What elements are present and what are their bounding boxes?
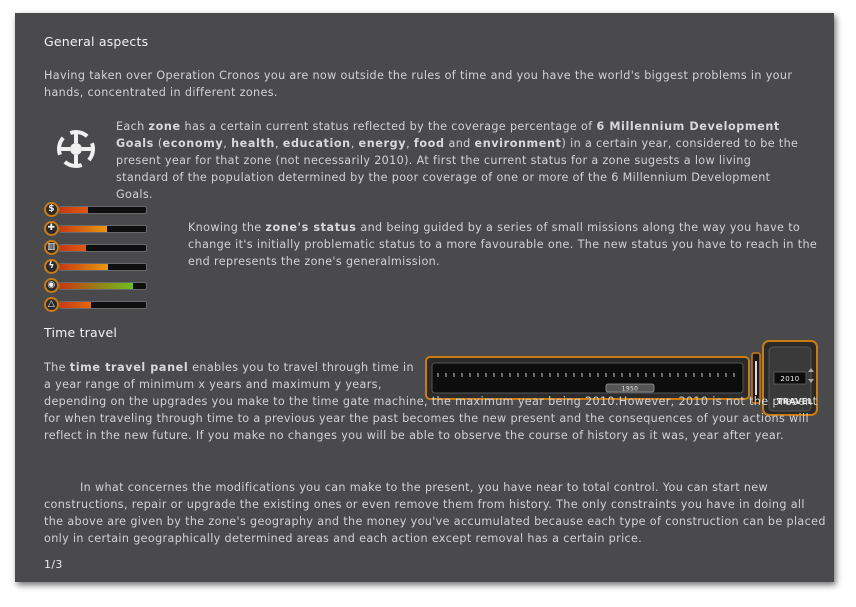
status-bar-row: ✚ [44,220,150,239]
year-value: 2010 [780,375,799,383]
status-bar-fill [60,226,108,232]
status-bar-row: △ [44,296,150,315]
modifications-paragraph: In what concernes the modifications you … [44,481,826,545]
status-bar-fill [60,283,134,289]
zone-status-bars: $ ✚ ▥ ϟ ◉ △ [44,201,150,315]
zone-crosshair-icon [57,130,95,168]
status-bar-fill [60,245,86,251]
food-icon: ◉ [44,278,59,293]
zone-paragraph: Each zone has a certain current status r… [116,120,799,201]
status-bar-fill [60,264,109,270]
page-number: 1/3 [44,558,63,571]
zone-status-paragraph: Knowing the zone's status and being guid… [188,221,818,268]
school-icon: ▥ [44,240,59,255]
status-bar-track [59,206,147,214]
status-bar-track [59,244,147,252]
section-title-general: General aspects [44,34,149,49]
status-bar-track [59,301,147,309]
status-bar-row: ◉ [44,277,150,296]
status-bar-fill [60,302,91,308]
status-bar-track [59,225,147,233]
status-bar-row: ϟ [44,258,150,277]
status-bar-fill [60,207,88,213]
status-bar-row: $ [44,201,150,220]
year-slider-thumb[interactable]: 1950 [605,383,655,393]
intro-paragraph: Having taken over Operation Cronos you a… [44,69,793,99]
lightning-icon: ϟ [44,259,59,274]
status-bar-track [59,282,147,290]
status-bar-track [59,263,147,271]
section-title-time-travel: Time travel [44,325,118,340]
status-bar-row: ▥ [44,239,150,258]
time-travel-paragraph-start: The time travel panel enables you to tra… [44,361,414,391]
slider-year-label: 1950 [622,386,639,393]
help-page: General aspects Having taken over Operat… [15,13,834,582]
environment-icon: △ [44,297,59,312]
time-travel-paragraph-rest: depending on the upgrades you make to th… [44,395,818,442]
cross-icon: ✚ [44,221,59,236]
dollar-icon: $ [44,202,59,217]
